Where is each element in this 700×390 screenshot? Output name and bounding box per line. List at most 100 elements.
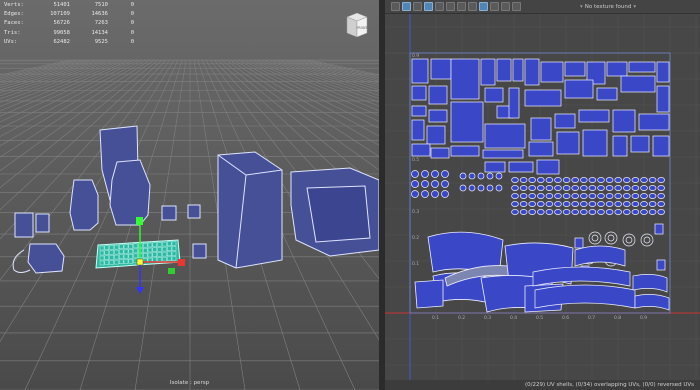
- uv-shell[interactable]: [524, 89, 562, 107]
- uv-shell-key[interactable]: [614, 201, 622, 207]
- uv-shell[interactable]: [606, 61, 628, 77]
- uv-shell-key[interactable]: [562, 185, 571, 191]
- uv-shell[interactable]: [411, 119, 425, 141]
- uv-shell[interactable]: [430, 58, 452, 80]
- uv-shell-disc[interactable]: [459, 184, 467, 192]
- uv-shell[interactable]: [612, 135, 628, 157]
- view-cube[interactable]: FRONT: [343, 11, 369, 39]
- uv-shell-key[interactable]: [631, 177, 640, 183]
- uv-shell-disc[interactable]: [421, 180, 429, 188]
- uv-shell[interactable]: [496, 58, 512, 82]
- uv-shell[interactable]: [554, 113, 576, 129]
- uv-shell[interactable]: [484, 87, 504, 103]
- uv-shell-key[interactable]: [657, 193, 665, 199]
- uv-shell-key[interactable]: [631, 185, 640, 191]
- uv-shell[interactable]: [656, 61, 670, 83]
- uv-shell-key[interactable]: [537, 209, 545, 215]
- uv-shell[interactable]: [656, 259, 666, 271]
- uv-shell-key[interactable]: [580, 185, 588, 191]
- uv-shell[interactable]: [596, 87, 618, 101]
- uv-shell-key[interactable]: [640, 209, 648, 215]
- uv-shell[interactable]: [512, 58, 524, 82]
- uv-shell-key[interactable]: [614, 185, 622, 191]
- uv-shell-key[interactable]: [554, 209, 562, 215]
- uv-shell[interactable]: [411, 105, 427, 117]
- uv-shell-disc[interactable]: [431, 170, 439, 178]
- uv-shell-key[interactable]: [597, 209, 605, 215]
- uv-shell-key[interactable]: [648, 201, 657, 207]
- uv-shell-key[interactable]: [648, 209, 657, 215]
- uv-shell-key[interactable]: [554, 177, 562, 183]
- uv-shell-key[interactable]: [519, 177, 528, 183]
- uv-shell-disc[interactable]: [431, 180, 439, 188]
- uv-shell-key[interactable]: [562, 177, 571, 183]
- uv-shell-key[interactable]: [605, 201, 614, 207]
- uv-shell-key[interactable]: [657, 201, 665, 207]
- uv-shell-disc[interactable]: [477, 184, 485, 192]
- uv-tool-button[interactable]: [468, 2, 477, 11]
- uv-shell-key[interactable]: [562, 201, 571, 207]
- uv-shell-key[interactable]: [597, 177, 605, 183]
- uv-shell-disc[interactable]: [459, 172, 467, 180]
- uv-shell-key[interactable]: [631, 209, 640, 215]
- uv-shell-disc[interactable]: [411, 170, 419, 178]
- uv-shell[interactable]: [620, 75, 656, 93]
- uv-shell-key[interactable]: [580, 193, 588, 199]
- uv-shell-key[interactable]: [511, 209, 519, 215]
- uv-tool-button[interactable]: [490, 2, 499, 11]
- uv-shell-key[interactable]: [623, 193, 631, 199]
- uv-shell-key[interactable]: [537, 185, 545, 191]
- uv-tool-button[interactable]: [402, 2, 411, 11]
- uv-shell-key[interactable]: [562, 193, 571, 199]
- uv-shell-disc[interactable]: [441, 180, 449, 188]
- uv-shell-disc[interactable]: [468, 172, 476, 180]
- uv-shell-disc[interactable]: [468, 184, 476, 192]
- uv-shell[interactable]: [612, 109, 636, 133]
- uv-shell-key[interactable]: [597, 201, 605, 207]
- uv-shell[interactable]: [426, 125, 446, 145]
- uv-shell-key[interactable]: [657, 177, 665, 183]
- uv-shell-disc[interactable]: [441, 170, 449, 178]
- uv-shell-key[interactable]: [648, 193, 657, 199]
- uv-tool-button[interactable]: [413, 2, 422, 11]
- uv-shell[interactable]: [656, 85, 670, 113]
- uv-shell-key[interactable]: [511, 193, 519, 199]
- uv-shell-key[interactable]: [623, 209, 631, 215]
- uv-shell[interactable]: [480, 58, 496, 86]
- uv-shell-key[interactable]: [614, 209, 622, 215]
- uv-shell-ring[interactable]: [588, 231, 602, 245]
- uv-shell[interactable]: [484, 123, 526, 149]
- uv-shell-key[interactable]: [571, 177, 579, 183]
- uv-shell[interactable]: [508, 161, 534, 173]
- uv-shell-key[interactable]: [562, 209, 571, 215]
- uv-shell-key[interactable]: [614, 177, 622, 183]
- uv-shell-key[interactable]: [588, 177, 597, 183]
- uv-shell[interactable]: [574, 237, 584, 249]
- uv-shell-ring[interactable]: [622, 233, 636, 247]
- uv-shell-key[interactable]: [554, 193, 562, 199]
- uv-shell-key[interactable]: [580, 201, 588, 207]
- uv-shell[interactable]: [530, 117, 552, 141]
- uv-shell-key[interactable]: [588, 185, 597, 191]
- uv-shell-disc[interactable]: [495, 184, 503, 192]
- uv-shell-key[interactable]: [528, 193, 536, 199]
- uv-shell[interactable]: [528, 141, 554, 157]
- uv-shell-key[interactable]: [528, 209, 536, 215]
- uv-shell-key[interactable]: [640, 185, 648, 191]
- uv-shell-key[interactable]: [631, 201, 640, 207]
- uv-shell-disc[interactable]: [477, 172, 485, 180]
- uv-shell-disc[interactable]: [421, 190, 429, 198]
- uv-shell[interactable]: [450, 101, 484, 143]
- uv-shell[interactable]: [540, 61, 564, 83]
- uv-shell-key[interactable]: [623, 201, 631, 207]
- uv-shell[interactable]: [578, 109, 610, 123]
- uv-tool-button[interactable]: [424, 2, 433, 11]
- uv-shell-key[interactable]: [571, 193, 579, 199]
- uv-shell-disc[interactable]: [411, 180, 419, 188]
- uv-shell-key[interactable]: [511, 177, 519, 183]
- uv-shell-ring[interactable]: [604, 231, 618, 245]
- uv-shell-key[interactable]: [648, 185, 657, 191]
- uv-tool-button[interactable]: [501, 2, 510, 11]
- uv-shell[interactable]: [524, 58, 540, 86]
- uv-shell-key[interactable]: [571, 209, 579, 215]
